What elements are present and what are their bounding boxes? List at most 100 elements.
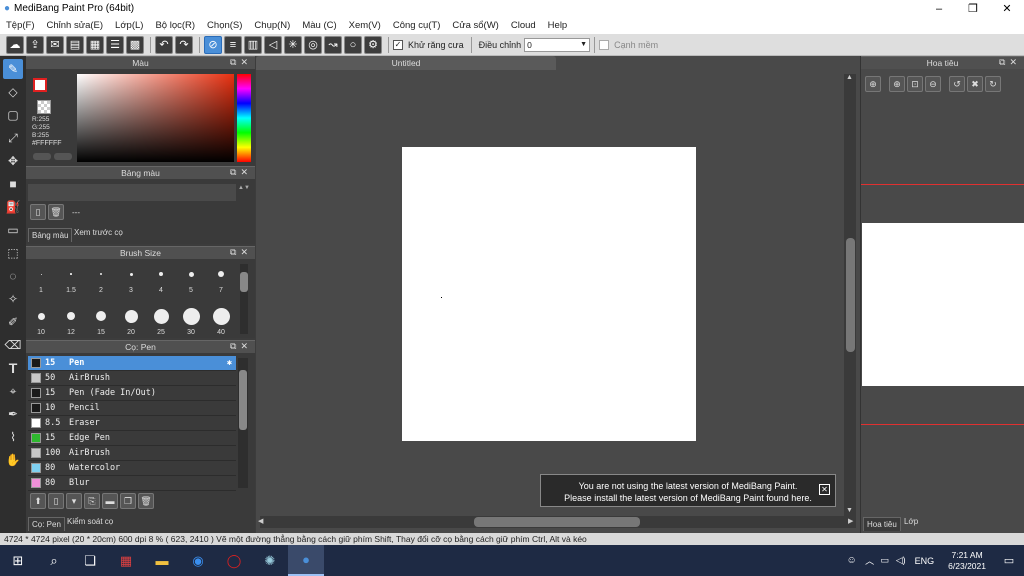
brush-list-item[interactable]: 15 Pen ✱ bbox=[28, 356, 236, 371]
stroke-tool-icon[interactable]: ⤢ bbox=[3, 128, 23, 148]
circle-snap-icon[interactable]: ◎ bbox=[304, 35, 322, 54]
brush-size-option[interactable]: 5 bbox=[176, 260, 206, 298]
menu-layer[interactable]: Lớp(L) bbox=[109, 20, 149, 31]
brush-list-item[interactable]: 15 Pen (Fade In/Out) bbox=[28, 386, 236, 401]
page-icon[interactable]: ▦ bbox=[86, 35, 104, 54]
select-pen-icon[interactable]: ✐ bbox=[3, 312, 23, 332]
clock[interactable]: 7:21 AM 6/23/2021 bbox=[948, 550, 986, 572]
radial-snap-icon[interactable]: ✳ bbox=[284, 35, 302, 54]
brush-size-scrollbar[interactable] bbox=[240, 264, 248, 334]
antialias-checkbox[interactable]: ✓ bbox=[393, 39, 403, 50]
brush-duplicate-icon[interactable]: ❐ bbox=[120, 493, 136, 509]
brush-size-option[interactable]: 7 bbox=[206, 260, 236, 298]
brush-settings-icon[interactable]: ✱ bbox=[227, 358, 232, 368]
lasso-icon[interactable]: ◌ bbox=[3, 266, 23, 286]
divide-tool-icon[interactable]: ⌖ bbox=[3, 381, 23, 401]
text-tool-icon[interactable]: T bbox=[3, 358, 23, 378]
search-icon[interactable]: ⌕ bbox=[36, 545, 72, 576]
delete-brush-icon[interactable]: 🗑 bbox=[138, 493, 154, 509]
undo-icon[interactable]: ↶ bbox=[155, 35, 173, 54]
menu-edit[interactable]: Chỉnh sửa(E) bbox=[41, 20, 110, 31]
scroll-down-icon[interactable]: ▼ bbox=[846, 507, 853, 514]
minimize-button[interactable]: – bbox=[922, 0, 956, 17]
snap-off-icon[interactable]: ⊘ bbox=[204, 35, 222, 54]
brush-list-item[interactable]: 10 Pencil bbox=[28, 401, 236, 416]
fit-icon[interactable]: ⊡ bbox=[907, 76, 923, 92]
brush-size-grid[interactable]: 1 1.5 2 3 4 5 7 10 12 15 20 25 30 40 bbox=[26, 260, 238, 338]
list-icon[interactable]: ☰ bbox=[106, 35, 124, 54]
eraser-tool-icon[interactable]: ◇ bbox=[3, 82, 23, 102]
people-icon[interactable]: ☺ bbox=[841, 545, 863, 576]
brush-folder-icon[interactable]: ▬ bbox=[102, 493, 118, 509]
brush-menu-icon[interactable]: ▾ bbox=[66, 493, 82, 509]
app-store-icon[interactable]: ▦ bbox=[108, 545, 144, 576]
new-palette-icon[interactable]: ▯ bbox=[30, 204, 46, 220]
palette-swatches-area[interactable] bbox=[28, 184, 236, 201]
tab-brush[interactable]: Cọ: Pen bbox=[28, 517, 65, 531]
tab-brush-control[interactable]: Kiểm soát cọ bbox=[64, 515, 116, 528]
brush-size-option[interactable]: 3 bbox=[116, 260, 146, 298]
hand-tool-icon[interactable]: ✋ bbox=[3, 450, 23, 470]
edge-checkbox[interactable] bbox=[599, 39, 610, 50]
cloud-icon[interactable]: ☁ bbox=[6, 35, 24, 54]
rotate-right-icon[interactable]: ↻ bbox=[985, 76, 1001, 92]
update-notice[interactable]: You are not using the latest version of … bbox=[540, 474, 836, 507]
brush-size-option[interactable]: 25 bbox=[146, 298, 176, 336]
cross-snap-icon[interactable]: ▥ bbox=[244, 35, 262, 54]
brush-size-option[interactable]: 2 bbox=[86, 260, 116, 298]
eyedropper-icon[interactable]: ✒ bbox=[3, 404, 23, 424]
brush-list-item[interactable]: 50 AirBrush bbox=[28, 371, 236, 386]
scroll-up-icon[interactable]: ▲ bbox=[846, 74, 853, 81]
panel-buttons-icon[interactable]: ⧉✕ bbox=[999, 57, 1021, 68]
brush-list-item[interactable]: 8.5 Eraser bbox=[28, 416, 236, 431]
magic-wand-icon[interactable]: ✧ bbox=[3, 289, 23, 309]
scroll-right-icon[interactable]: ▶ bbox=[848, 517, 853, 525]
comment-icon[interactable]: ✉ bbox=[46, 35, 64, 54]
hue-slider[interactable] bbox=[237, 74, 251, 162]
network-icon[interactable]: ▭ bbox=[877, 545, 893, 576]
grid-icon[interactable]: ▩ bbox=[126, 35, 144, 54]
gradient-tool-icon[interactable]: ▭ bbox=[3, 220, 23, 240]
task-view-icon[interactable]: ❏ bbox=[72, 545, 108, 576]
new-brush-icon[interactable]: ▯ bbox=[48, 493, 64, 509]
eyedrop-mode-icon[interactable] bbox=[54, 153, 72, 160]
brush-copy-icon[interactable]: ⎘ bbox=[84, 493, 100, 509]
notification-icon[interactable]: ▭ bbox=[994, 545, 1024, 576]
zalo-icon[interactable]: ◉ bbox=[180, 545, 216, 576]
panel-buttons-icon[interactable]: ⧉✕ bbox=[230, 57, 252, 68]
select-eraser-icon[interactable]: ⌫ bbox=[3, 335, 23, 355]
menu-cloud[interactable]: Cloud bbox=[505, 20, 542, 31]
menu-window[interactable]: Cửa sổ(W) bbox=[446, 20, 504, 31]
maximize-button[interactable]: ❐ bbox=[956, 0, 990, 17]
vertical-scroll-thumb[interactable] bbox=[846, 238, 855, 352]
tab-navigator[interactable]: Hoa tiêu bbox=[863, 517, 901, 531]
menu-select[interactable]: Chọn(S) bbox=[201, 20, 248, 31]
add-brush-icon[interactable]: ⬆ bbox=[30, 493, 46, 509]
brush-tool-icon[interactable]: ✎ bbox=[3, 59, 23, 79]
menu-filter[interactable]: Bộ lọc(R) bbox=[149, 20, 201, 31]
navigator-preview[interactable] bbox=[862, 223, 1024, 386]
fill-rect-icon[interactable]: ■ bbox=[3, 174, 23, 194]
menu-help[interactable]: Help bbox=[542, 20, 574, 31]
zoom-out-icon[interactable]: ⊖ bbox=[925, 76, 941, 92]
brush-size-option[interactable]: 1.5 bbox=[56, 260, 86, 298]
brush-size-option[interactable]: 15 bbox=[86, 298, 116, 336]
brush-size-option[interactable]: 4 bbox=[146, 260, 176, 298]
adjust-dropdown[interactable]: 0 ▼ bbox=[524, 37, 591, 52]
dot-tool-icon[interactable]: ▢ bbox=[3, 105, 23, 125]
menu-color[interactable]: Màu (C) bbox=[296, 20, 342, 31]
foreground-color-swatch[interactable] bbox=[33, 78, 47, 92]
volume-icon[interactable]: ◁) bbox=[893, 545, 909, 576]
tab-layers[interactable]: Lớp bbox=[901, 515, 921, 528]
color-mode-icon[interactable] bbox=[33, 153, 51, 160]
brush-size-option[interactable]: 1 bbox=[26, 260, 56, 298]
horizontal-scroll-thumb[interactable] bbox=[474, 517, 640, 527]
opera-icon[interactable]: ◯ bbox=[216, 545, 252, 576]
tray-chevron-icon[interactable]: ︿ bbox=[863, 545, 877, 576]
zoom-in-2-icon[interactable]: ⊕ bbox=[889, 76, 905, 92]
brush-list-item[interactable]: 80 Blur bbox=[28, 476, 236, 491]
background-color-swatch[interactable] bbox=[37, 100, 51, 114]
document-tab[interactable]: Untitled bbox=[256, 56, 556, 70]
chat-icon[interactable]: ▤ bbox=[66, 35, 84, 54]
select-rect-icon[interactable]: ⬚ bbox=[3, 243, 23, 263]
